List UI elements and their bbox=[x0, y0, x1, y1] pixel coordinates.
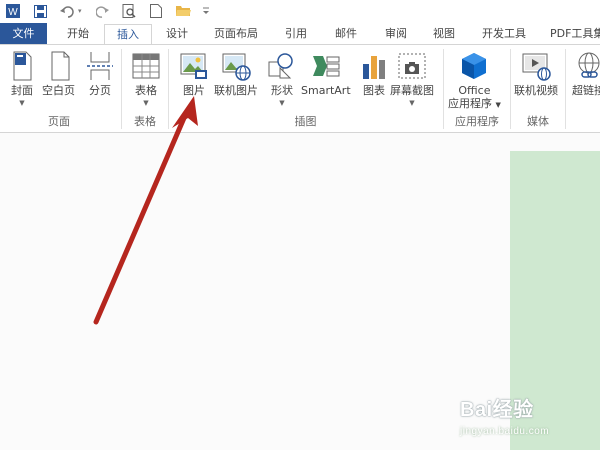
page-break-button[interactable]: 分页 bbox=[84, 50, 116, 98]
ribbon-insert: 封面 ▼ 空白页 分页 页面 表格 ▼ 表格 图片 联机图片 形状 ▼ Smar… bbox=[0, 44, 600, 133]
shapes-button[interactable]: 形状 ▼ bbox=[266, 50, 298, 108]
group-label-addins: 应用程序 bbox=[455, 115, 499, 128]
tab-references[interactable]: 引用 bbox=[276, 23, 316, 44]
group-label-tables: 表格 bbox=[134, 115, 156, 128]
shapes-label: 形状 bbox=[271, 84, 293, 97]
picture-label: 图片 bbox=[183, 84, 205, 97]
chart-label: 图表 bbox=[363, 84, 385, 97]
table-caret-icon: ▼ bbox=[143, 99, 149, 107]
group-label-pages: 页面 bbox=[48, 115, 70, 128]
tab-mailings[interactable]: 邮件 bbox=[326, 23, 366, 44]
online-video-button[interactable]: 联机视频 bbox=[514, 50, 558, 98]
group-label-illustrations: 插图 bbox=[294, 115, 317, 128]
blank-page-icon bbox=[43, 50, 75, 82]
office-apps-caret-icon: ▼ bbox=[495, 101, 501, 109]
page-break-label: 分页 bbox=[89, 84, 111, 97]
office-apps-label-line1: Office bbox=[458, 84, 491, 97]
page-break-icon bbox=[84, 50, 116, 82]
office-apps-button[interactable]: Office 应用程序 ▼ bbox=[448, 50, 501, 112]
office-apps-label-line2: 应用程序 ▼ bbox=[448, 97, 501, 112]
shapes-icon bbox=[266, 50, 298, 82]
picture-icon bbox=[178, 50, 210, 82]
customize-caret-icon[interactable] bbox=[202, 3, 210, 19]
quick-access-toolbar: W ▾ bbox=[0, 0, 600, 23]
ribbon-tabs: 文件 开始 插入 设计 页面布局 引用 邮件 审阅 视图 开发工具 PDF工具集 bbox=[0, 23, 600, 45]
tab-page-layout[interactable]: 页面布局 bbox=[208, 23, 264, 44]
tab-insert[interactable]: 插入 bbox=[104, 24, 152, 45]
undo-icon[interactable] bbox=[60, 3, 76, 19]
tab-review[interactable]: 审阅 bbox=[376, 23, 416, 44]
screenshot-button[interactable]: 屏幕截图 ▼ bbox=[390, 50, 434, 108]
open-folder-icon[interactable] bbox=[176, 3, 191, 19]
smartart-button[interactable]: SmartArt bbox=[301, 50, 351, 98]
office-apps-label: Office 应用程序 ▼ bbox=[448, 84, 501, 112]
cover-page-button[interactable]: 封面 ▼ bbox=[6, 50, 38, 108]
hyperlink-button[interactable]: 超链接 bbox=[572, 50, 600, 98]
tab-home[interactable]: 开始 bbox=[57, 23, 99, 44]
watermark-brand: Bai经验 bbox=[460, 399, 534, 421]
smartart-icon bbox=[310, 50, 342, 82]
cover-page-label: 封面 bbox=[11, 84, 33, 97]
online-picture-icon bbox=[220, 50, 252, 82]
table-icon bbox=[130, 50, 162, 82]
picture-button[interactable]: 图片 bbox=[178, 50, 210, 98]
chart-icon bbox=[358, 50, 390, 82]
new-document-icon[interactable] bbox=[150, 3, 162, 19]
tab-developer[interactable]: 开发工具 bbox=[474, 23, 534, 44]
tab-file[interactable]: 文件 bbox=[0, 23, 47, 44]
office-apps-label-line2-text: 应用程序 bbox=[448, 97, 492, 110]
word-icon[interactable]: W bbox=[6, 3, 20, 19]
online-picture-label: 联机图片 bbox=[214, 84, 258, 97]
screenshot-caret-icon: ▼ bbox=[409, 99, 415, 107]
chart-button[interactable]: 图表 bbox=[358, 50, 390, 98]
print-preview-icon[interactable] bbox=[122, 3, 136, 19]
blank-page-button[interactable]: 空白页 bbox=[42, 50, 75, 98]
screenshot-label: 屏幕截图 bbox=[390, 84, 434, 97]
undo-caret-icon[interactable]: ▾ bbox=[78, 3, 82, 19]
table-button[interactable]: 表格 ▼ bbox=[130, 50, 162, 108]
cover-page-icon bbox=[6, 50, 38, 82]
tab-pdf-tools[interactable]: PDF工具集 bbox=[550, 23, 600, 44]
group-separator bbox=[565, 49, 566, 129]
svg-text:W: W bbox=[8, 7, 18, 18]
redo-icon[interactable] bbox=[96, 3, 109, 19]
tab-design[interactable]: 设计 bbox=[158, 23, 196, 44]
smartart-label: SmartArt bbox=[301, 84, 351, 97]
baidu-watermark: Bai经验 jingyan.baidu.com bbox=[460, 393, 595, 443]
blank-page-label: 空白页 bbox=[42, 84, 75, 97]
table-label: 表格 bbox=[135, 84, 157, 97]
screenshot-icon bbox=[396, 50, 428, 82]
online-video-icon bbox=[520, 50, 552, 82]
tab-view[interactable]: 视图 bbox=[424, 23, 464, 44]
cover-page-caret-icon: ▼ bbox=[19, 99, 25, 107]
hyperlink-label: 超链接 bbox=[572, 84, 600, 97]
save-icon[interactable] bbox=[34, 3, 47, 19]
watermark-url: jingyan.baidu.com bbox=[460, 426, 550, 437]
shapes-caret-icon: ▼ bbox=[279, 99, 285, 107]
group-label-media: 媒体 bbox=[527, 115, 549, 128]
online-picture-button[interactable]: 联机图片 bbox=[214, 50, 258, 98]
hyperlink-icon bbox=[573, 50, 600, 82]
online-video-label: 联机视频 bbox=[514, 84, 558, 97]
office-store-icon bbox=[458, 50, 490, 82]
